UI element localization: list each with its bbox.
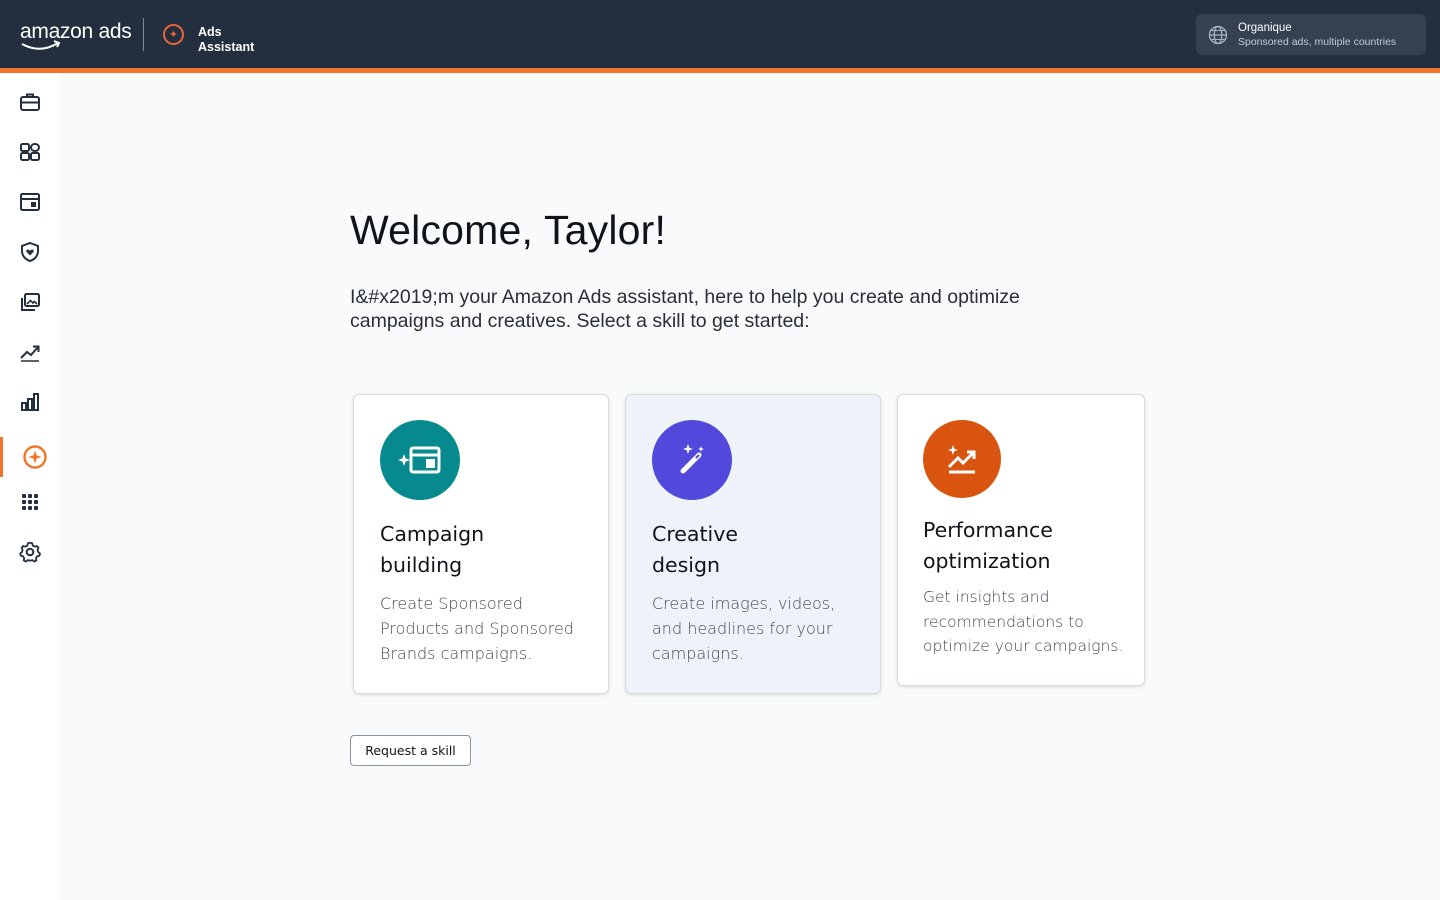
campaign-sparkle-icon [380, 420, 460, 500]
skill-title: Creative design [652, 522, 738, 577]
header-accent-line [0, 68, 1440, 73]
account-subtitle: Sponsored ads, multiple countries [1238, 36, 1397, 48]
assistant-title: Ads Assistant [198, 25, 254, 55]
sidebar-item-creative-assets[interactable] [0, 282, 60, 322]
request-skill-button[interactable]: Request a skill [350, 735, 471, 766]
media-library-icon [21, 293, 40, 311]
account-selector[interactable]: Organique Sponsored ads, multiple countr… [1196, 14, 1426, 55]
amazon-ads-logo[interactable]: amazon ads [20, 20, 132, 50]
storefront-icon [20, 193, 40, 211]
shield-heart-icon [21, 241, 39, 263]
top-navigation-bar: amazon ads ✦ Ads Assistant Organique Spo… [0, 0, 1440, 68]
skill-title: Campaign building [380, 522, 485, 577]
sidebar-item-ads-assistant[interactable] [0, 437, 60, 477]
skill-description: Create Sponsored Products and Sponsored … [380, 594, 574, 663]
apps-grid-icon [22, 494, 38, 510]
briefcase-icon [20, 93, 40, 111]
ads-assistant-logo-icon: ✦ [163, 24, 184, 45]
page-title: Welcome, Taylor! [350, 207, 667, 253]
amazon-smile-icon [21, 40, 61, 50]
sidebar-item-campaigns[interactable] [0, 82, 60, 122]
dashboard-icon [20, 143, 40, 161]
skill-card-campaign-building[interactable]: Campaign building Create Sponsored Produ… [353, 394, 609, 694]
skill-card-creative-design[interactable]: Creative design Create images, videos, a… [625, 394, 881, 694]
assistant-title-line1: Ads [198, 25, 222, 39]
skill-description: Create images, videos, and headlines for… [652, 594, 836, 663]
sidebar-item-reports[interactable] [0, 382, 60, 422]
intro-text: I&#x2019;m your Amazon Ads assistant, he… [350, 286, 1020, 332]
sidebar-item-brand-safety[interactable] [0, 232, 60, 272]
left-navigation-rail [0, 73, 60, 900]
sidebar-item-dashboard[interactable] [0, 132, 60, 172]
sidebar-item-stores[interactable] [0, 182, 60, 222]
skill-card-performance-optimization[interactable]: Performance optimization Get insights an… [897, 394, 1145, 686]
skill-description: Get insights and recommendations to opti… [923, 588, 1124, 655]
skill-title: Performance optimization [923, 518, 1053, 573]
trend-sparkle-icon [923, 420, 1001, 498]
brand-divider [143, 18, 144, 51]
magic-wand-icon [652, 420, 732, 500]
ads-assistant-icon [23, 445, 47, 469]
bar-chart-icon [21, 393, 39, 411]
sidebar-item-settings[interactable] [0, 532, 60, 572]
active-indicator [0, 437, 3, 477]
trending-up-icon [20, 345, 40, 362]
sidebar-item-performance[interactable] [0, 332, 60, 372]
assistant-title-line2: Assistant [198, 40, 255, 54]
account-name: Organique [1238, 22, 1292, 34]
globe-icon [1208, 25, 1228, 45]
sidebar-item-all-apps[interactable] [0, 482, 60, 522]
settings-icon [19, 541, 41, 563]
